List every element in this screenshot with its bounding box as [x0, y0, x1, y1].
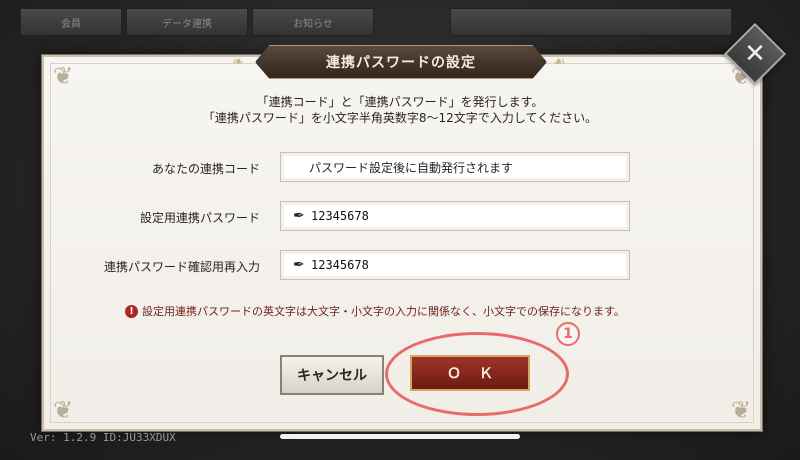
title-ornament-icon: ☙: [553, 54, 566, 70]
background-tab: お知らせ: [252, 8, 374, 36]
background-header-bar: [450, 8, 732, 36]
quill-pen-icon: ✒: [293, 208, 305, 224]
background-tab: 会員: [20, 8, 122, 36]
background-tabs: 会員 データ連携 お知らせ: [20, 8, 374, 36]
warning-message: ! 設定用連携パスワードの英文字は大文字・小文字の入力に関係なく、小文字での保存…: [125, 303, 685, 319]
link-code-field: パスワード設定後に自動発行されます: [280, 152, 630, 182]
close-icon[interactable]: ✕: [733, 32, 777, 76]
link-code-value: パスワード設定後に自動発行されます: [309, 160, 514, 175]
ornament-corner-icon: ❦: [52, 396, 74, 424]
home-indicator[interactable]: [280, 434, 520, 439]
instruction-line: 「連携コード」と「連携パスワード」を発行します。: [256, 95, 544, 109]
title-ornament-icon: ❧: [232, 54, 244, 70]
password-confirm-input[interactable]: ✒ 12345678: [280, 250, 630, 280]
password-value: 12345678: [311, 209, 369, 223]
cancel-button[interactable]: キャンセル: [280, 355, 384, 395]
instruction-line: 「連携パスワード」を小文字半角英数字8〜12文字で入力してください。: [202, 111, 598, 125]
version-text: Ver: 1.2.9 ID:JU33XDUX: [30, 431, 176, 444]
instructions: 「連携コード」と「連携パスワード」を発行します。 「連携パスワード」を小文字半角…: [150, 94, 650, 126]
password-label: 設定用連携パスワード: [139, 211, 260, 225]
ornament-corner-icon: ❦: [730, 396, 752, 424]
exclamation-icon: !: [125, 304, 138, 318]
dialog-title-plate: 連携パスワードの設定: [255, 45, 547, 79]
link-code-label: あなたの連携コード: [151, 162, 260, 176]
highlight-ring: [385, 332, 569, 416]
dialog-title: 連携パスワードの設定: [326, 55, 476, 71]
password-confirm-label: 連携パスワード確認用再入力: [103, 260, 260, 274]
game-screen: 会員 データ連携 お知らせ ❦ ❦ ❦ ❦ ❧ ☙ 連携パスワードの設定 ✕ 「…: [0, 0, 800, 460]
quill-pen-icon: ✒: [293, 257, 305, 273]
password-confirm-value: 12345678: [311, 258, 369, 272]
ornament-corner-icon: ❦: [52, 62, 74, 90]
password-input[interactable]: ✒ 12345678: [280, 201, 630, 231]
step-callout: 1: [556, 322, 580, 346]
warning-text: 設定用連携パスワードの英文字は大文字・小文字の入力に関係なく、小文字での保存にな…: [142, 305, 625, 318]
background-tab: データ連携: [126, 8, 248, 36]
